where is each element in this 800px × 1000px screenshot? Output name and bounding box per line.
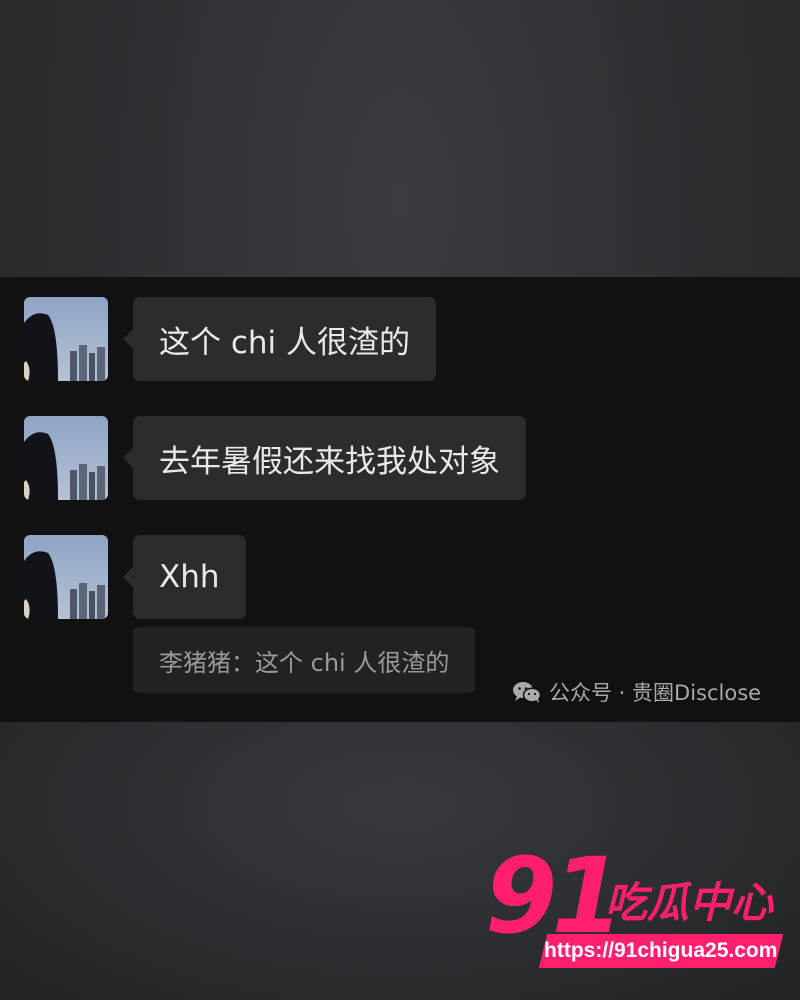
message-row: Xhh <box>24 535 246 619</box>
watermark-text: 公众号 · 贵圈Disclose <box>549 681 762 705</box>
logo-url-banner[interactable]: https://91chigua25.com <box>538 934 784 968</box>
avatar[interactable] <box>24 535 108 619</box>
site-logo[interactable]: 91 吃瓜中心 https://91chigua25.com <box>485 844 785 977</box>
logo-url-text: https://91chigua25.com <box>544 939 778 962</box>
avatar[interactable] <box>24 297 108 381</box>
message-bubble[interactable]: 这个 chi 人很渣的 <box>122 297 437 381</box>
message-bubble[interactable]: Xhh <box>123 535 246 619</box>
message-bubble[interactable]: 去年暑假还来找我处对象 <box>123 416 526 500</box>
wechat-icon <box>513 682 542 703</box>
message-row: 这个 chi 人很渣的 <box>24 297 437 381</box>
message-row: 去年暑假还来找我处对象 <box>24 416 526 500</box>
watermark: 公众号 · 贵圈Disclose <box>512 677 761 707</box>
logo-name: 吃瓜中心 <box>605 878 774 927</box>
logo-number: 91 <box>485 835 624 957</box>
avatar[interactable] <box>24 416 108 500</box>
quoted-message[interactable]: 李猪猪：这个 chi 人很渣的 <box>133 627 476 693</box>
chat-panel: 这个 chi 人很渣的 去年暑假还来找我处对象 Xhh 李猪猪：这个 chi 人… <box>0 277 800 722</box>
